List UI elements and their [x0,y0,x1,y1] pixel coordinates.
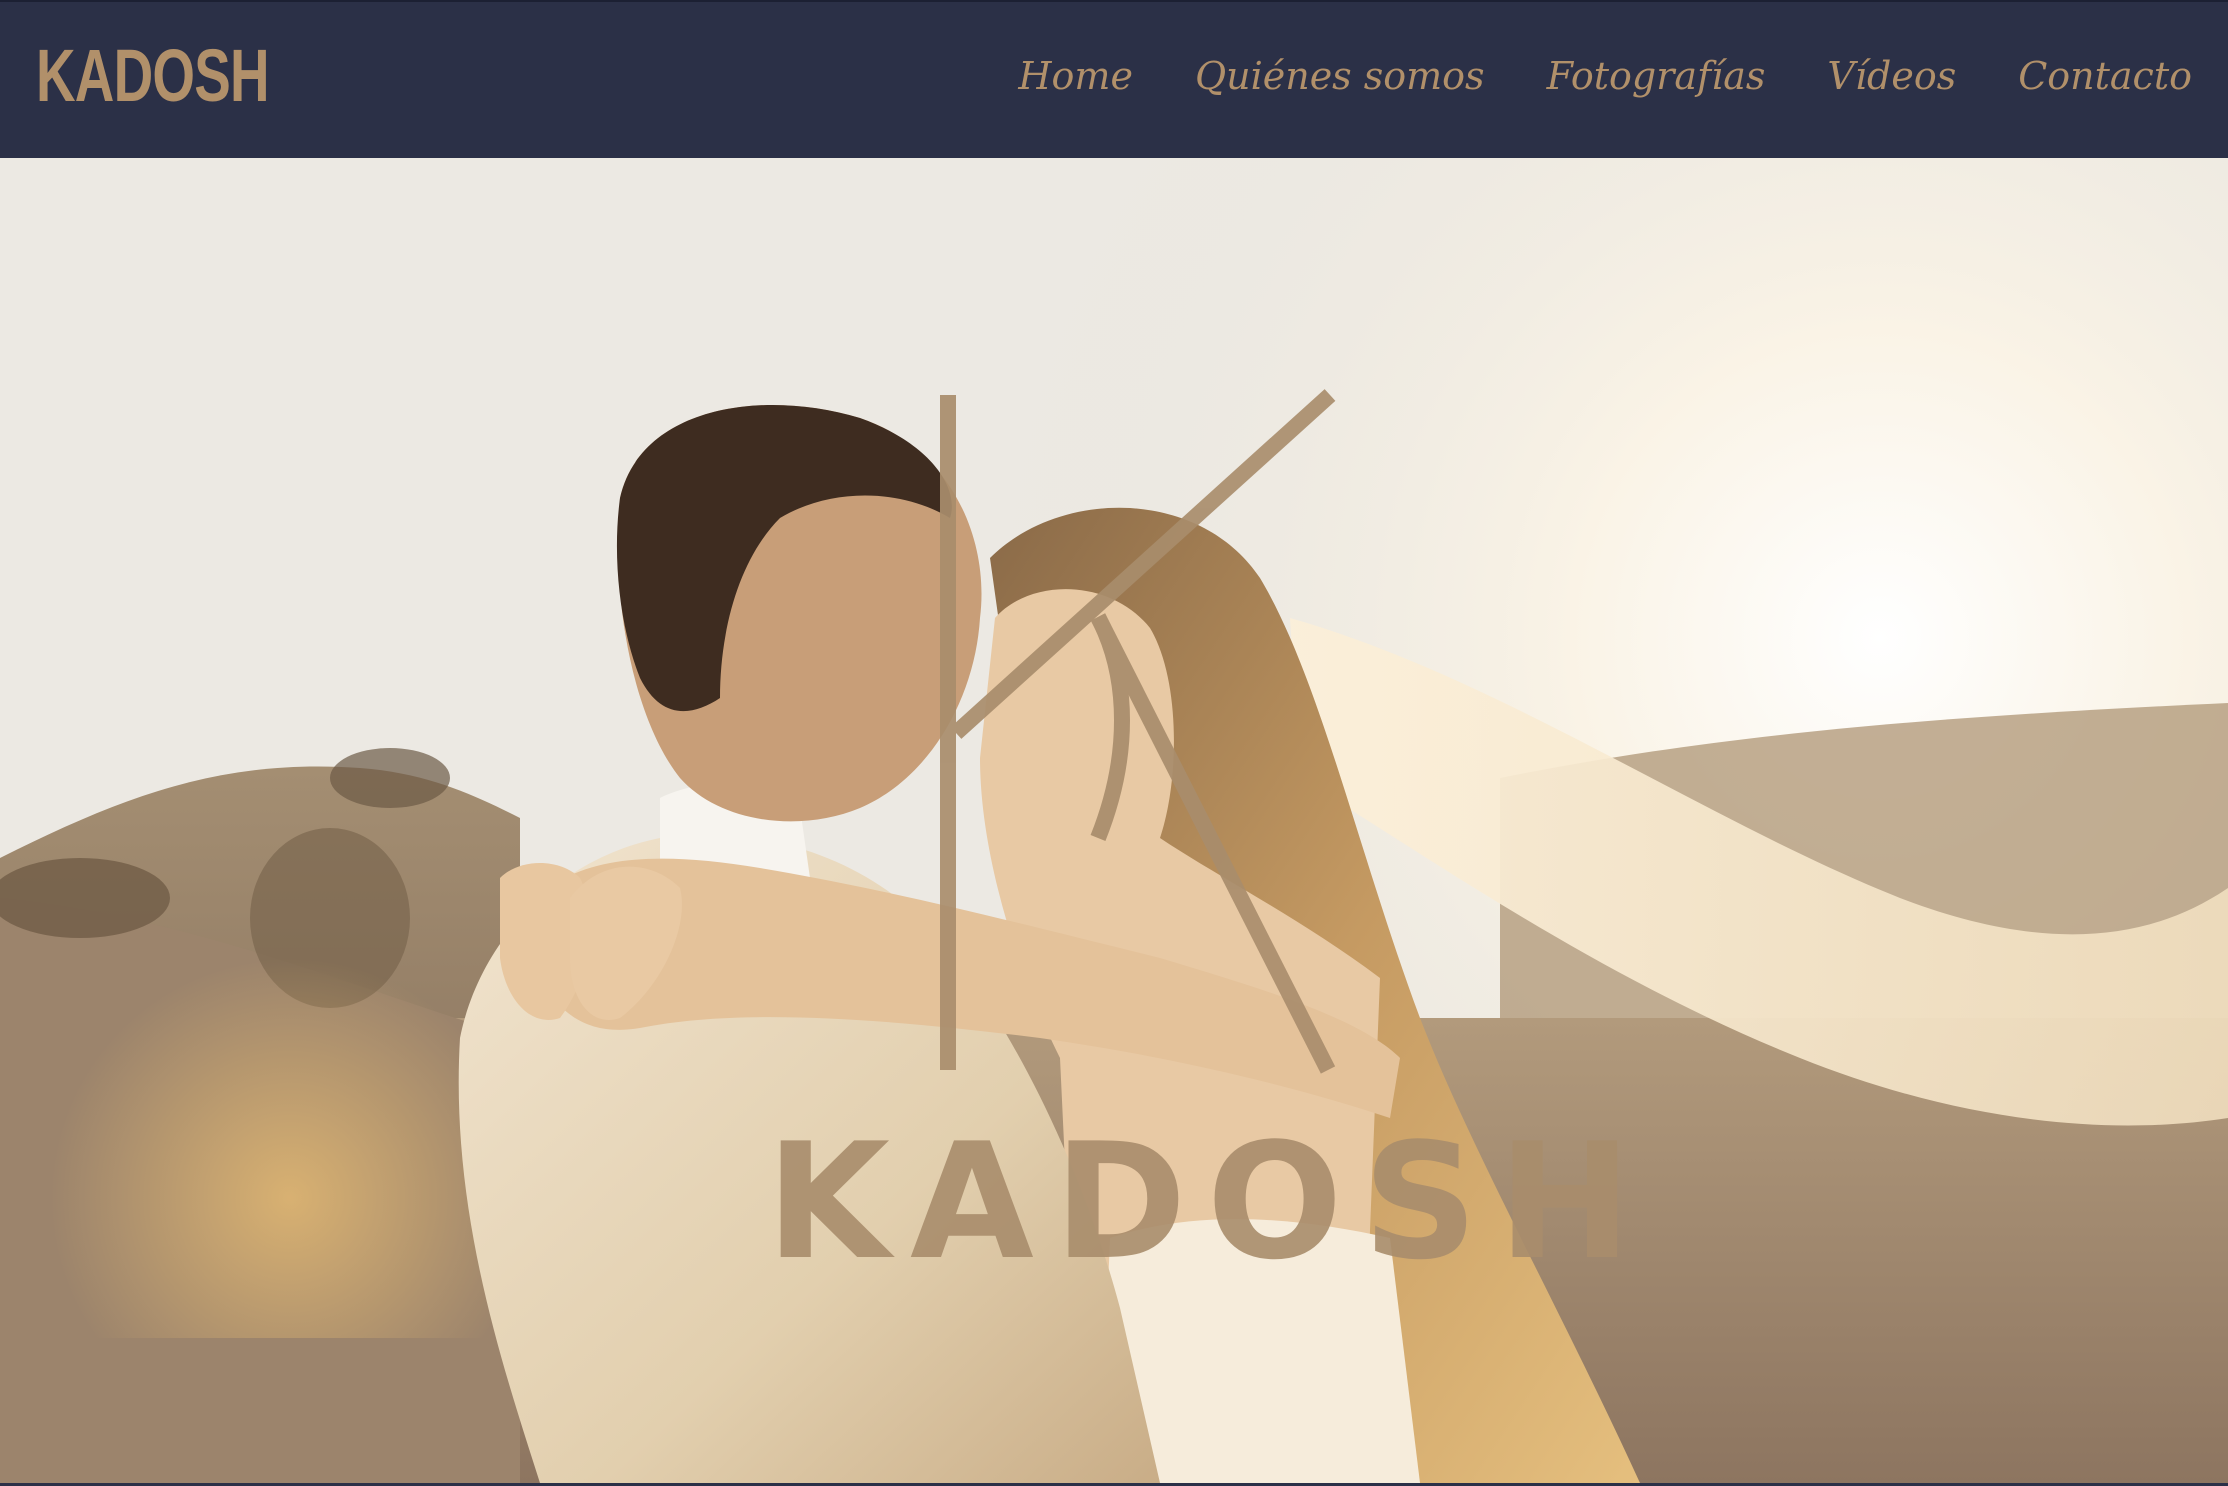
nav-photos-link[interactable]: Fotografías [1547,51,1766,101]
nav-about-link[interactable]: Quiénes somos [1195,51,1485,101]
brand-logo[interactable]: KADOSH [36,36,270,116]
hero-wordmark: KADOSH [766,1108,1652,1295]
site-header: KADOSH Home Quiénes somos Fotografías Ví… [0,0,2228,158]
nav-contact-link[interactable]: Contacto [2018,51,2192,101]
main-nav: Home Quiénes somos Fotografías Vídeos Co… [1018,46,2192,106]
nav-videos-link[interactable]: Vídeos [1827,51,1956,101]
nav-home-link[interactable]: Home [1018,51,1133,101]
hero-banner: KADOSH [0,158,2228,1483]
